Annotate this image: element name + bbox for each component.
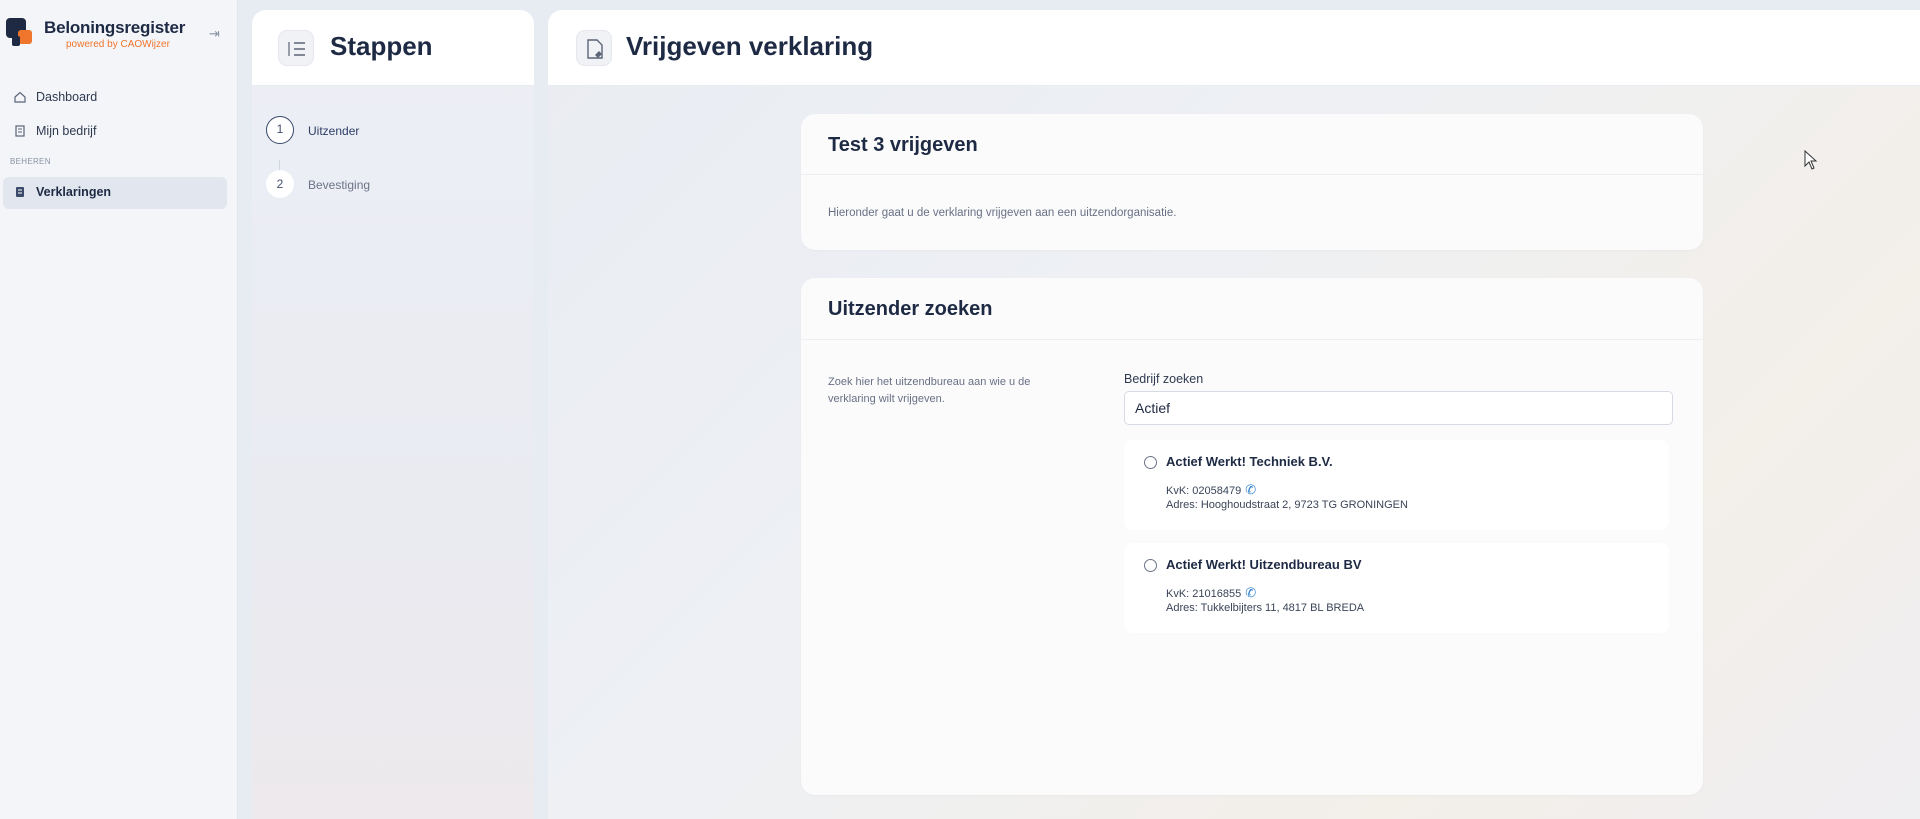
brand-name: Beloningsregister: [44, 18, 186, 37]
card-title: Test 3 vrijgeven: [828, 134, 978, 156]
steps-title: Stappen: [330, 31, 433, 61]
document-edit-icon: [576, 30, 612, 66]
step-label: Bevestiging: [308, 178, 371, 192]
card-text: Hieronder gaat u de verklaring vrijgeven…: [828, 207, 1177, 219]
step-label: Uitzender: [308, 124, 360, 138]
search-result-item[interactable]: Actief Werkt! Uitzendbureau BV KvK: 2101…: [1124, 543, 1669, 633]
result-address: Adres: Hooghoudstraat 2, 9723 TG GRONING…: [1166, 499, 1408, 511]
intro-card: Test 3 vrijgeven Hieronder gaat u de ver…: [801, 114, 1703, 250]
step-number: 1: [266, 116, 294, 144]
result-name: Actief Werkt! Techniek B.V.: [1166, 454, 1333, 469]
step-uitzender[interactable]: 1 Uitzender: [266, 116, 516, 148]
sidebar-item-label: Dashboard: [36, 90, 98, 104]
result-radio[interactable]: [1144, 559, 1157, 572]
main-content: Vrijgeven verklaring Test 3 vrijgeven Hi…: [548, 10, 1920, 819]
result-radio[interactable]: [1144, 456, 1157, 469]
search-card: Uitzender zoeken Zoek hier het uitzendbu…: [801, 278, 1703, 795]
brand[interactable]: Beloningsregister powered by CAOWijzer ⇥: [4, 14, 230, 54]
list-icon: [278, 30, 314, 66]
search-label: Bedrijf zoeken: [1124, 372, 1204, 386]
phone-icon: ✆: [1245, 482, 1257, 497]
company-search-input[interactable]: [1124, 391, 1673, 425]
main-header: Vrijgeven verklaring: [548, 10, 1920, 86]
sidebar-item-mijn-bedrijf[interactable]: Mijn bedrijf: [3, 116, 227, 148]
collapse-sidebar-icon[interactable]: ⇥: [209, 26, 220, 42]
sidebar-item-verklaringen[interactable]: Verklaringen: [3, 177, 227, 209]
steps-header: Stappen: [252, 10, 534, 86]
steps-panel: Stappen 1 Uitzender 2 Bevestiging: [252, 10, 534, 819]
sidebar: Beloningsregister powered by CAOWijzer ⇥…: [0, 0, 238, 819]
kvk-number: KvK: 02058479: [1166, 485, 1242, 497]
document-icon: [16, 187, 24, 197]
step-bevestiging[interactable]: 2 Bevestiging: [266, 170, 516, 202]
sidebar-item-dashboard[interactable]: Dashboard: [3, 82, 227, 114]
sidebar-item-label: Mijn bedrijf: [36, 124, 97, 138]
result-kvk: KvK: 21016855 ✆: [1166, 585, 1256, 601]
mouse-cursor-icon: [1804, 150, 1818, 170]
phone-icon: ✆: [1245, 585, 1257, 600]
page-title: Vrijgeven verklaring: [626, 31, 874, 61]
divider: [801, 339, 1703, 340]
divider: [801, 174, 1703, 175]
home-icon: [14, 91, 26, 103]
result-kvk: KvK: 02058479 ✆: [1166, 482, 1256, 498]
beloningsregister-logo: [6, 18, 32, 46]
building-icon: [15, 125, 25, 137]
kvk-number: KvK: 21016855: [1166, 588, 1242, 600]
step-number: 2: [266, 170, 294, 198]
search-result-item[interactable]: Actief Werkt! Techniek B.V. KvK: 0205847…: [1124, 440, 1669, 530]
sidebar-item-label: Verklaringen: [36, 185, 112, 199]
card-title: Uitzender zoeken: [828, 298, 993, 320]
result-address: Adres: Tukkelbijters 11, 4817 BL BREDA: [1166, 602, 1365, 614]
sidebar-section-label: BEHEREN: [10, 157, 51, 166]
search-description: Zoek hier het uitzendbureau aan wie u de…: [828, 376, 1031, 405]
brand-subtitle: powered by CAOWijzer: [66, 39, 170, 50]
result-name: Actief Werkt! Uitzendbureau BV: [1166, 557, 1362, 572]
